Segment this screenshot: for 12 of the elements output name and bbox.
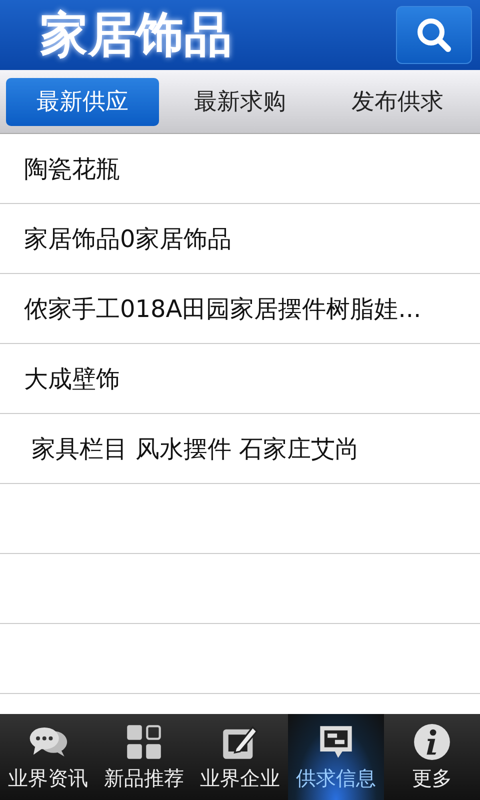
grid-icon	[124, 722, 164, 760]
tab[interactable]: 最新求购	[163, 78, 317, 126]
info-icon	[412, 722, 452, 760]
nav-tab[interactable]: 更多	[384, 714, 480, 800]
search-button[interactable]	[396, 6, 472, 64]
tab[interactable]: 发布供求	[320, 78, 474, 126]
nav-tab[interactable]: 供求信息	[288, 714, 384, 800]
tab[interactable]: 最新供应	[6, 78, 160, 126]
nav-tab[interactable]: 新品推荐	[96, 714, 192, 800]
nav-tab[interactable]: 业界企业	[192, 714, 288, 800]
app-title: 家居饰品	[40, 6, 232, 65]
nav-tab[interactable]: 业界资讯	[0, 714, 96, 800]
